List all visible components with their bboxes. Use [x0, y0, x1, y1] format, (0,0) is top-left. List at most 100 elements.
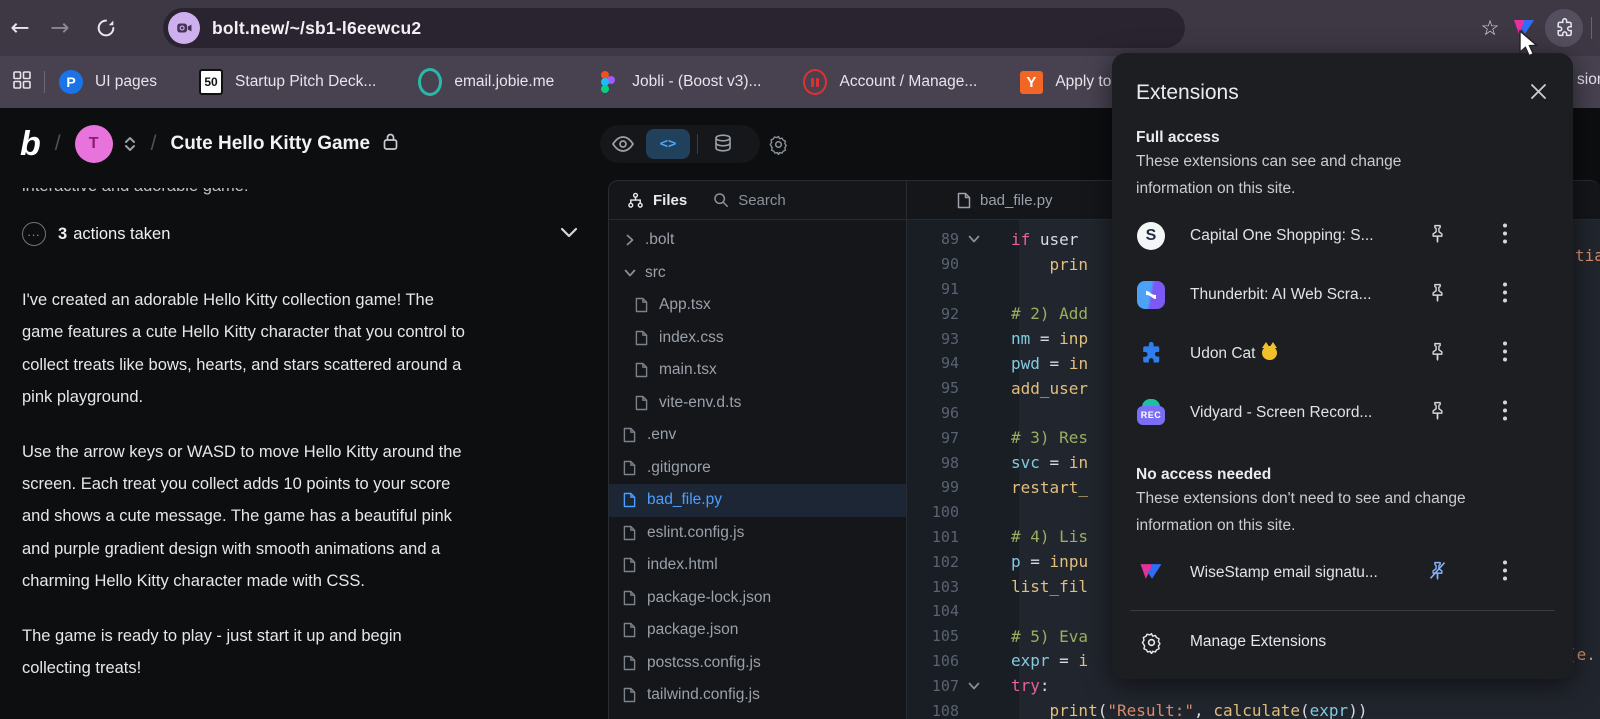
reload-button[interactable] [86, 17, 126, 39]
chevron-down-icon[interactable] [560, 225, 578, 243]
more-options-icon[interactable] [1502, 399, 1508, 426]
pin-icon[interactable] [1427, 400, 1448, 426]
bookmark-item[interactable]: email.jobie.me [418, 68, 554, 96]
pin-icon[interactable] [1427, 223, 1448, 249]
settings-gear-button[interactable] [768, 134, 789, 160]
tree-folder[interactable]: src [609, 257, 906, 290]
fold-chevron-icon[interactable] [959, 681, 989, 691]
more-options-icon[interactable] [1502, 559, 1508, 586]
tree-file[interactable]: package-lock.json [609, 582, 906, 615]
pin-icon[interactable] [1427, 282, 1448, 308]
tree-file[interactable]: index.css [609, 322, 906, 355]
manage-extensions-button[interactable]: Manage Extensions [1136, 613, 1549, 671]
file-icon [623, 687, 638, 703]
chevron-right-icon [623, 234, 637, 246]
line-number: 99 [940, 478, 959, 497]
bookmark-item[interactable]: Account / Manage... [803, 69, 977, 95]
p-circle-icon: P [59, 70, 83, 94]
code-token: = [1039, 453, 1069, 473]
extension-row[interactable]: Udon Cat [1136, 324, 1549, 383]
tree-item-label: index.html [647, 556, 718, 574]
bolt-logo[interactable]: b [20, 125, 41, 164]
tab-files[interactable]: Files [627, 192, 687, 209]
extension-row[interactable]: Thunderbit: AI Web Scra... [1136, 265, 1549, 324]
toggle-divider [697, 134, 698, 154]
tab-search[interactable]: Search [713, 192, 786, 209]
more-options-icon[interactable] [1502, 281, 1508, 308]
tree-file[interactable]: .env [609, 419, 906, 452]
actions-taken-row[interactable]: ... 3 actions taken [22, 212, 582, 256]
back-button[interactable]: ← [0, 15, 40, 41]
private-lock-icon[interactable] [382, 132, 399, 156]
tree-file[interactable]: App.tsx [609, 289, 906, 322]
editor-tab[interactable]: bad_file.py [907, 181, 1053, 219]
forward-button[interactable]: → [40, 15, 80, 41]
section-description: information on this site. [1136, 517, 1296, 534]
actions-count: 3 [58, 224, 68, 243]
pin-icon[interactable] [1427, 341, 1448, 367]
file-icon [635, 362, 650, 378]
tree-file[interactable]: postcss.config.js [609, 647, 906, 680]
code-text: if user [989, 230, 1078, 249]
apps-grid-icon[interactable] [12, 70, 32, 95]
file-icon [623, 525, 638, 541]
unpin-icon[interactable] [1427, 560, 1448, 586]
vidyard-icon: REC [1136, 398, 1166, 427]
tree-file[interactable]: bad_file.py [609, 484, 906, 517]
more-options-icon[interactable] [1502, 222, 1508, 249]
tree-file[interactable]: eslint.config.js [609, 517, 906, 550]
extension-row[interactable]: REC Vidyard - Screen Record... [1136, 383, 1549, 442]
section-heading: Full access [1136, 129, 1220, 146]
bookmark-fragment[interactable]: sion [1577, 71, 1600, 89]
code-view-button[interactable]: <> [646, 129, 690, 159]
chat-line: The game is ready to play - just start i… [22, 626, 402, 645]
extension-row[interactable]: S Capital One Shopping: S... [1136, 206, 1549, 265]
line-number: 92 [940, 304, 959, 323]
more-options-icon[interactable] [1502, 340, 1508, 367]
line-number: 94 [940, 354, 959, 373]
mouse-cursor [1519, 30, 1539, 57]
toolbar-divider [1591, 17, 1592, 39]
site-camera-icon[interactable] [168, 12, 200, 44]
code-text: p = inpu [989, 552, 1088, 571]
code-text: # 4) Lis [989, 527, 1088, 546]
tree-file[interactable]: main.tsx [609, 354, 906, 387]
popup-title: Extensions [1136, 81, 1239, 104]
section-description: These extensions can see and change [1136, 153, 1402, 170]
bookmark-star-icon[interactable]: ☆ [1473, 16, 1507, 41]
line-number: 100 [931, 503, 959, 522]
tree-item-label: package.json [647, 621, 739, 639]
code-token: in [1068, 453, 1089, 473]
tree-file[interactable]: tailwind.config.js [609, 679, 906, 712]
tree-file[interactable]: .gitignore [609, 452, 906, 485]
project-title[interactable]: Cute Hello Kitty Game [170, 133, 370, 155]
preview-eye-button[interactable] [600, 136, 646, 152]
fold-chevron-icon[interactable] [959, 234, 989, 244]
database-button[interactable] [703, 134, 743, 154]
line-number: 105 [931, 627, 959, 646]
gear-icon [1136, 631, 1166, 654]
address-bar[interactable]: bolt.new/~/sb1-l6eewcu2 [163, 8, 1185, 48]
workspace-switcher-icon[interactable] [123, 134, 137, 154]
file-icon [623, 460, 638, 476]
tree-file[interactable]: package.json [609, 614, 906, 647]
code-token: user [1030, 229, 1079, 249]
bookmark-item[interactable]: Jobli - (Boost v3)... [596, 70, 761, 94]
extension-row[interactable]: WiseStamp email signatu... [1136, 543, 1549, 602]
code-token: # 2) Add [1011, 304, 1089, 324]
file-icon [635, 330, 650, 346]
extensions-button[interactable] [1545, 9, 1583, 47]
tree-file[interactable]: vite-env.d.ts [609, 387, 906, 420]
url-text[interactable]: bolt.new/~/sb1-l6eewcu2 [212, 18, 421, 39]
chat-line: and shows a cute message. The game has a… [22, 507, 452, 526]
avatar[interactable]: T [74, 125, 113, 163]
code-token: ( [1300, 701, 1310, 719]
line-number: 101 [931, 527, 959, 546]
bookmark-item[interactable]: 50 Startup Pitch Deck... [199, 69, 376, 95]
extension-name: Thunderbit: AI Web Scra... [1190, 285, 1372, 303]
close-button[interactable] [1530, 83, 1547, 105]
bookmark-item[interactable]: P UI pages [59, 70, 157, 94]
tree-file[interactable]: index.html [609, 549, 906, 582]
tree-folder[interactable]: .bolt [609, 224, 906, 257]
editor-tab-label: bad_file.py [980, 191, 1053, 209]
